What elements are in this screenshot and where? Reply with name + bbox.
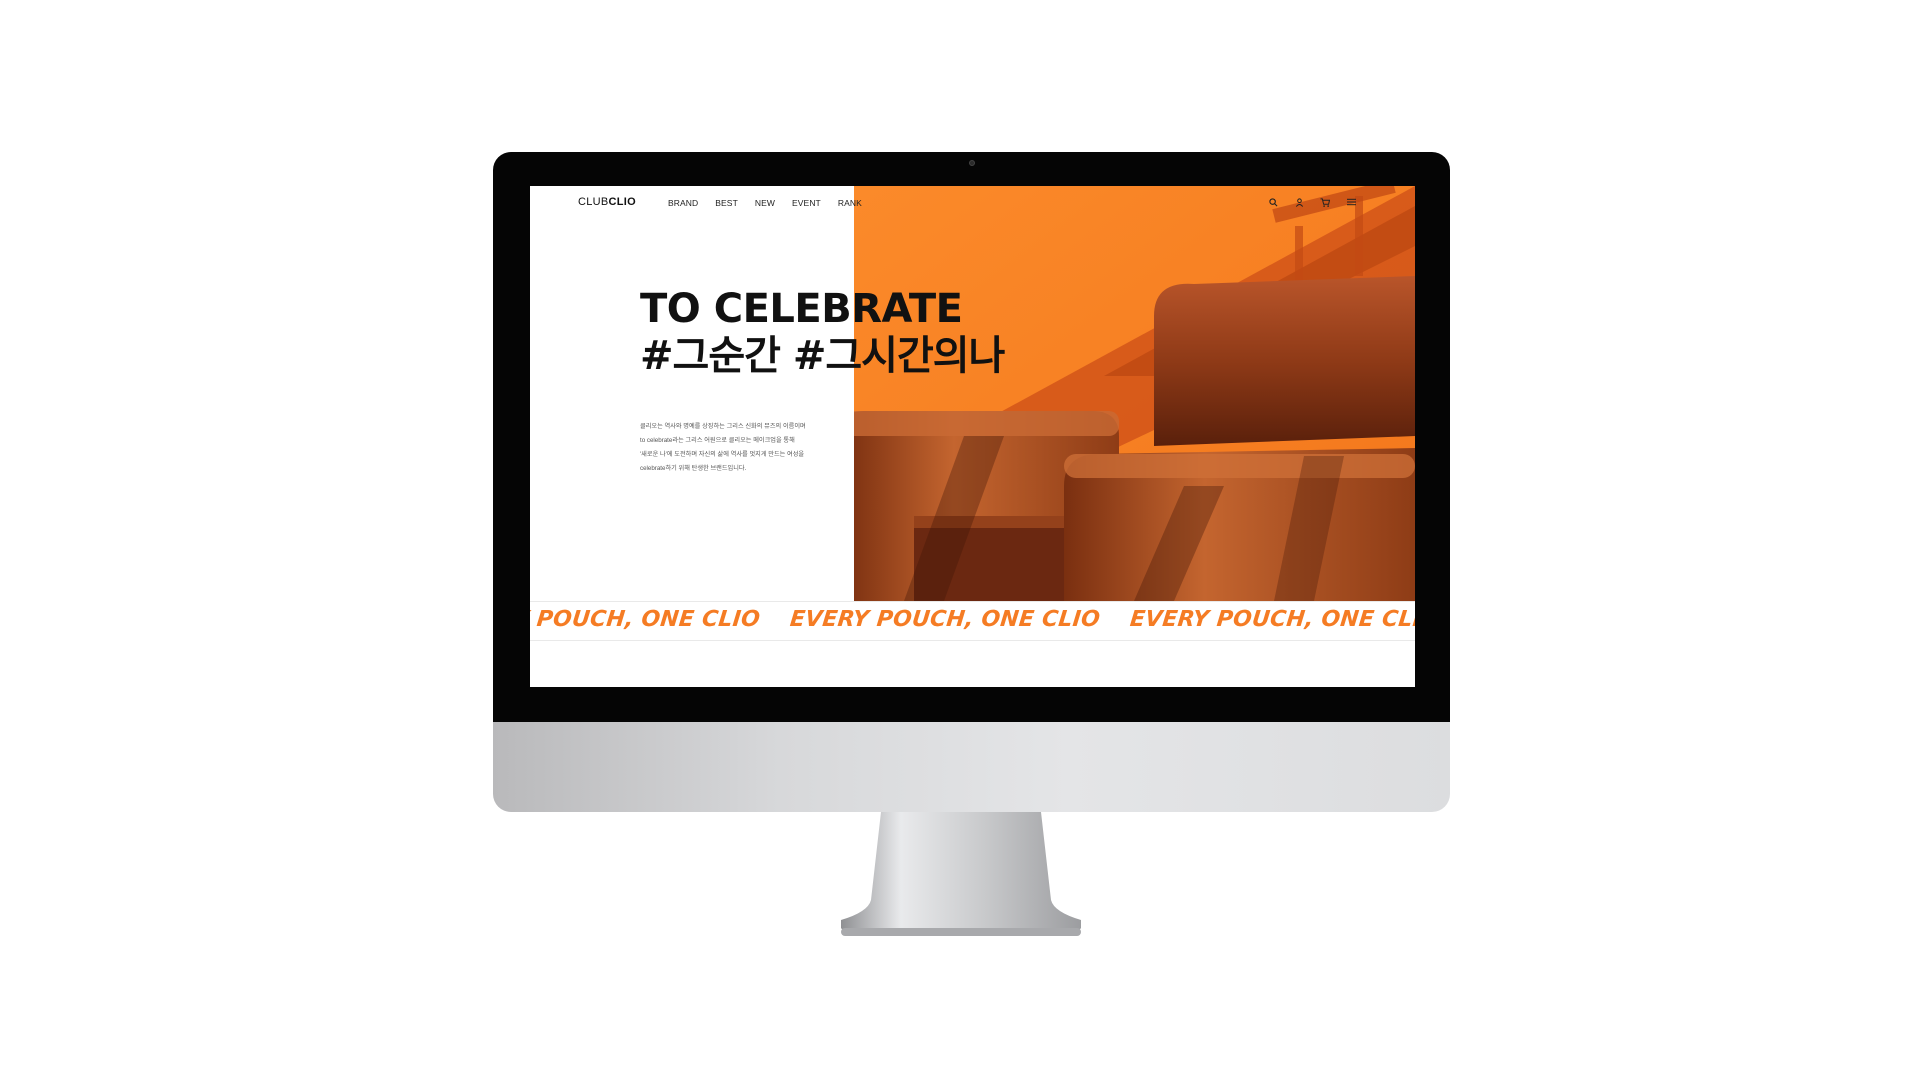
website-screen: CLUBCLIO BRAND BEST NEW EVENT RANK TO CE… bbox=[530, 186, 1415, 687]
nav-event[interactable]: EVENT bbox=[792, 198, 821, 208]
brand-logo[interactable]: CLUBCLIO bbox=[578, 196, 636, 208]
marquee-ticker: EVERY POUCH, ONE CLIO EVERY POUCH, ONE C… bbox=[530, 601, 1415, 641]
user-icon[interactable] bbox=[1292, 195, 1306, 209]
cart-icon[interactable] bbox=[1318, 195, 1332, 209]
menu-icon[interactable] bbox=[1344, 195, 1358, 209]
description-line: to celebrate라는 그리스 어원으로 클리오는 메이크업을 통해 bbox=[640, 437, 795, 444]
ticker-text: EVERY POUCH, ONE CLIO bbox=[1128, 607, 1415, 632]
monitor-chin bbox=[493, 722, 1450, 812]
description-line: celebrate하기 위해 탄생한 브랜드입니다. bbox=[640, 465, 747, 472]
logo-clio: CLIO bbox=[608, 196, 637, 208]
logo-club: CLUB bbox=[578, 196, 609, 208]
main-nav: BRAND BEST NEW EVENT RANK bbox=[668, 198, 879, 208]
headline-line-2: #그순간 #그시간의나 bbox=[640, 333, 1005, 379]
hero-headline: TO CELEBRATE #그순간 #그시간의나 bbox=[640, 286, 1005, 380]
hero-description: 클리오는 역사와 명예를 상징하는 그리스 신화의 뮤즈의 이름이며 to ce… bbox=[640, 420, 830, 476]
nav-best[interactable]: BEST bbox=[715, 198, 738, 208]
ticker-text: EVERY POUCH, ONE CLIO bbox=[788, 607, 1102, 632]
search-icon[interactable] bbox=[1266, 195, 1280, 209]
camera-icon bbox=[969, 160, 975, 166]
headline-line-1: TO CELEBRATE bbox=[640, 286, 963, 332]
nav-rank[interactable]: RANK bbox=[838, 198, 862, 208]
header-icons bbox=[1266, 195, 1358, 209]
nav-new[interactable]: NEW bbox=[755, 198, 775, 208]
monitor-bezel: CLUBCLIO BRAND BEST NEW EVENT RANK TO CE… bbox=[493, 152, 1450, 722]
ticker-track: EVERY POUCH, ONE CLIO EVERY POUCH, ONE C… bbox=[530, 607, 1415, 632]
ticker-text: EVERY POUCH, ONE CLIO bbox=[530, 607, 762, 632]
sofa-photo bbox=[854, 186, 1415, 601]
imac-monitor: CLUBCLIO BRAND BEST NEW EVENT RANK TO CE… bbox=[493, 152, 1450, 812]
description-line: '새로운 나'에 도전하며 자신의 삶에 역사를 멋지게 만드는 여성을 bbox=[640, 451, 805, 458]
hero-image bbox=[854, 186, 1415, 601]
nav-brand[interactable]: BRAND bbox=[668, 198, 698, 208]
description-line: 클리오는 역사와 명예를 상징하는 그리스 신화의 뮤즈의 이름이며 bbox=[640, 423, 806, 430]
monitor-stand bbox=[841, 812, 1081, 936]
